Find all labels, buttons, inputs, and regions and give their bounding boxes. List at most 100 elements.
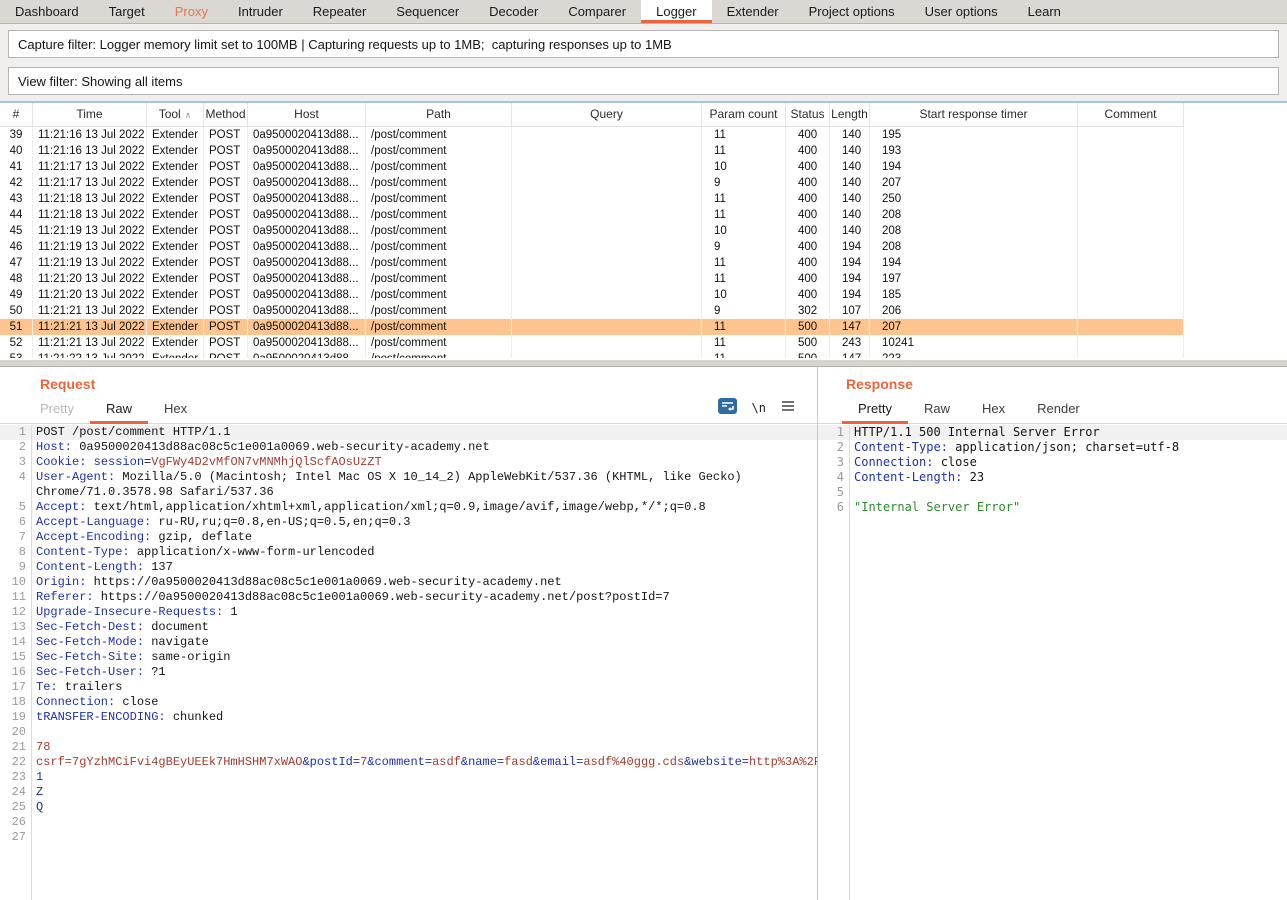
cell-query (512, 239, 702, 255)
line-number: 23 (0, 770, 32, 785)
cell-timer: 208 (870, 239, 1078, 255)
request-tab-hex[interactable]: Hex (148, 401, 203, 424)
menu-item-logger[interactable]: Logger (641, 0, 711, 23)
table-row[interactable]: 4811:21:20 13 Jul 2022ExtenderPOST0a9500… (0, 271, 1184, 287)
editor-line: 12Upgrade-Insecure-Requests: 1 (0, 605, 817, 620)
column-header-tool[interactable]: Tool∧ (147, 103, 204, 126)
line-number: 3 (818, 455, 850, 470)
cell-timer: 250 (870, 191, 1078, 207)
table-row[interactable]: 5311:21:22 13 Jul 2022ExtenderPOST0a9500… (0, 351, 1184, 358)
cell-time: 11:21:17 13 Jul 2022 (33, 175, 147, 191)
menu-item-sequencer[interactable]: Sequencer (381, 0, 474, 23)
cell-path: /post/comment (366, 271, 512, 287)
editor-line: 24Z (0, 785, 817, 800)
line-content: 78 (32, 740, 817, 755)
cell-method: POST (204, 287, 248, 303)
editor-line: 22csrf=7gYzhMCiFvi4gBEyUEEk7HmHSHM7xWAO&… (0, 755, 817, 770)
cell-tool: Extender (147, 143, 204, 159)
table-row[interactable]: 3911:21:16 13 Jul 2022ExtenderPOST0a9500… (0, 127, 1184, 143)
capture-filter-text: Capture filter: Logger memory limit set … (18, 37, 672, 52)
column-header-param-count[interactable]: Param count (702, 103, 786, 126)
cell-param_count: 11 (702, 127, 786, 143)
menu-item-dashboard[interactable]: Dashboard (0, 0, 94, 23)
table-row[interactable]: 5011:21:21 13 Jul 2022ExtenderPOST0a9500… (0, 303, 1184, 319)
menu-item-project-options[interactable]: Project options (794, 0, 910, 23)
cell-status: 400 (786, 271, 830, 287)
table-row[interactable]: 4311:21:18 13 Jul 2022ExtenderPOST0a9500… (0, 191, 1184, 207)
cell-id: 44 (0, 207, 33, 223)
column-header-path[interactable]: Path (366, 103, 512, 126)
request-tab-pretty[interactable]: Pretty (24, 401, 90, 424)
cell-param_count: 11 (702, 255, 786, 271)
request-editor-icons: \n (718, 398, 817, 423)
menu-item-learn[interactable]: Learn (1013, 0, 1076, 23)
table-row[interactable]: 4711:21:19 13 Jul 2022ExtenderPOST0a9500… (0, 255, 1184, 271)
editor-line: 8Content-Type: application/x-www-form-ur… (0, 545, 817, 560)
editor-line: 6Accept-Language: ru-RU,ru;q=0.8,en-US;q… (0, 515, 817, 530)
menu-item-user-options[interactable]: User options (910, 0, 1013, 23)
column-header-start-response-timer[interactable]: Start response timer (870, 103, 1078, 126)
table-row[interactable]: 4011:21:16 13 Jul 2022ExtenderPOST0a9500… (0, 143, 1184, 159)
table-row[interactable]: 4611:21:19 13 Jul 2022ExtenderPOST0a9500… (0, 239, 1184, 255)
line-number: 27 (0, 830, 32, 845)
cell-host: 0a9500020413d88... (248, 255, 366, 271)
view-filter-text: View filter: Showing all items (18, 74, 183, 89)
cell-time: 11:21:20 13 Jul 2022 (33, 287, 147, 303)
cell-time: 11:21:18 13 Jul 2022 (33, 207, 147, 223)
menu-item-decoder[interactable]: Decoder (474, 0, 553, 23)
cell-query (512, 351, 702, 358)
table-row[interactable]: 4211:21:17 13 Jul 2022ExtenderPOST0a9500… (0, 175, 1184, 191)
response-editor[interactable]: 1HTTP/1.1 500 Internal Server Error2Cont… (818, 425, 1287, 900)
response-tab-hex[interactable]: Hex (966, 401, 1021, 424)
line-number: 5 (0, 500, 32, 515)
capture-filter-bar[interactable]: Capture filter: Logger memory limit set … (8, 30, 1279, 58)
column-header-comment[interactable]: Comment (1078, 103, 1184, 126)
menu-item-proxy[interactable]: Proxy (160, 0, 223, 23)
table-row[interactable]: 4111:21:17 13 Jul 2022ExtenderPOST0a9500… (0, 159, 1184, 175)
column-header-number[interactable]: # (0, 103, 33, 126)
cell-id: 50 (0, 303, 33, 319)
newline-toggle-icon[interactable]: \n (752, 401, 766, 415)
editor-line: 2178 (0, 740, 817, 755)
response-tab-pretty[interactable]: Pretty (842, 401, 908, 424)
cell-time: 11:21:16 13 Jul 2022 (33, 127, 147, 143)
cell-id: 47 (0, 255, 33, 271)
line-number: 6 (818, 500, 850, 515)
column-header-length[interactable]: Length (830, 103, 870, 126)
menu-item-intruder[interactable]: Intruder (223, 0, 298, 23)
table-row[interactable]: 4911:21:20 13 Jul 2022ExtenderPOST0a9500… (0, 287, 1184, 303)
menu-item-target[interactable]: Target (94, 0, 160, 23)
cell-path: /post/comment (366, 319, 512, 335)
line-content: Content-Length: 137 (32, 560, 817, 575)
column-header-status[interactable]: Status (786, 103, 830, 126)
line-number: 16 (0, 665, 32, 680)
column-header-method[interactable]: Method (204, 103, 248, 126)
table-row[interactable]: 5111:21:21 13 Jul 2022ExtenderPOST0a9500… (0, 319, 1184, 335)
cell-tool: Extender (147, 159, 204, 175)
cell-tool: Extender (147, 175, 204, 191)
request-editor[interactable]: 1POST /post/comment HTTP/1.12Host: 0a950… (0, 425, 817, 900)
cell-id: 40 (0, 143, 33, 159)
word-wrap-icon[interactable] (718, 398, 737, 417)
menu-item-repeater[interactable]: Repeater (298, 0, 381, 23)
table-row[interactable]: 4411:21:18 13 Jul 2022ExtenderPOST0a9500… (0, 207, 1184, 223)
table-row[interactable]: 5211:21:21 13 Jul 2022ExtenderPOST0a9500… (0, 335, 1184, 351)
horizontal-splitter[interactable] (0, 360, 1287, 367)
response-tab-raw[interactable]: Raw (908, 401, 966, 424)
request-tab-raw[interactable]: Raw (90, 401, 148, 424)
cell-comment (1078, 271, 1184, 287)
line-content: Accept: text/html,application/xhtml+xml,… (32, 500, 817, 515)
cell-path: /post/comment (366, 335, 512, 351)
editor-line: 10Origin: https://0a9500020413d88ac08c5c… (0, 575, 817, 590)
editor-menu-icon[interactable] (781, 400, 795, 415)
column-header-host[interactable]: Host (248, 103, 366, 126)
cell-timer: 223 (870, 351, 1078, 358)
menu-item-comparer[interactable]: Comparer (553, 0, 641, 23)
response-tab-render[interactable]: Render (1021, 401, 1096, 424)
cell-status: 500 (786, 335, 830, 351)
table-row[interactable]: 4511:21:19 13 Jul 2022ExtenderPOST0a9500… (0, 223, 1184, 239)
column-header-time[interactable]: Time (33, 103, 147, 126)
menu-item-extender[interactable]: Extender (712, 0, 794, 23)
column-header-query[interactable]: Query (512, 103, 702, 126)
view-filter-bar[interactable]: View filter: Showing all items (8, 67, 1279, 95)
